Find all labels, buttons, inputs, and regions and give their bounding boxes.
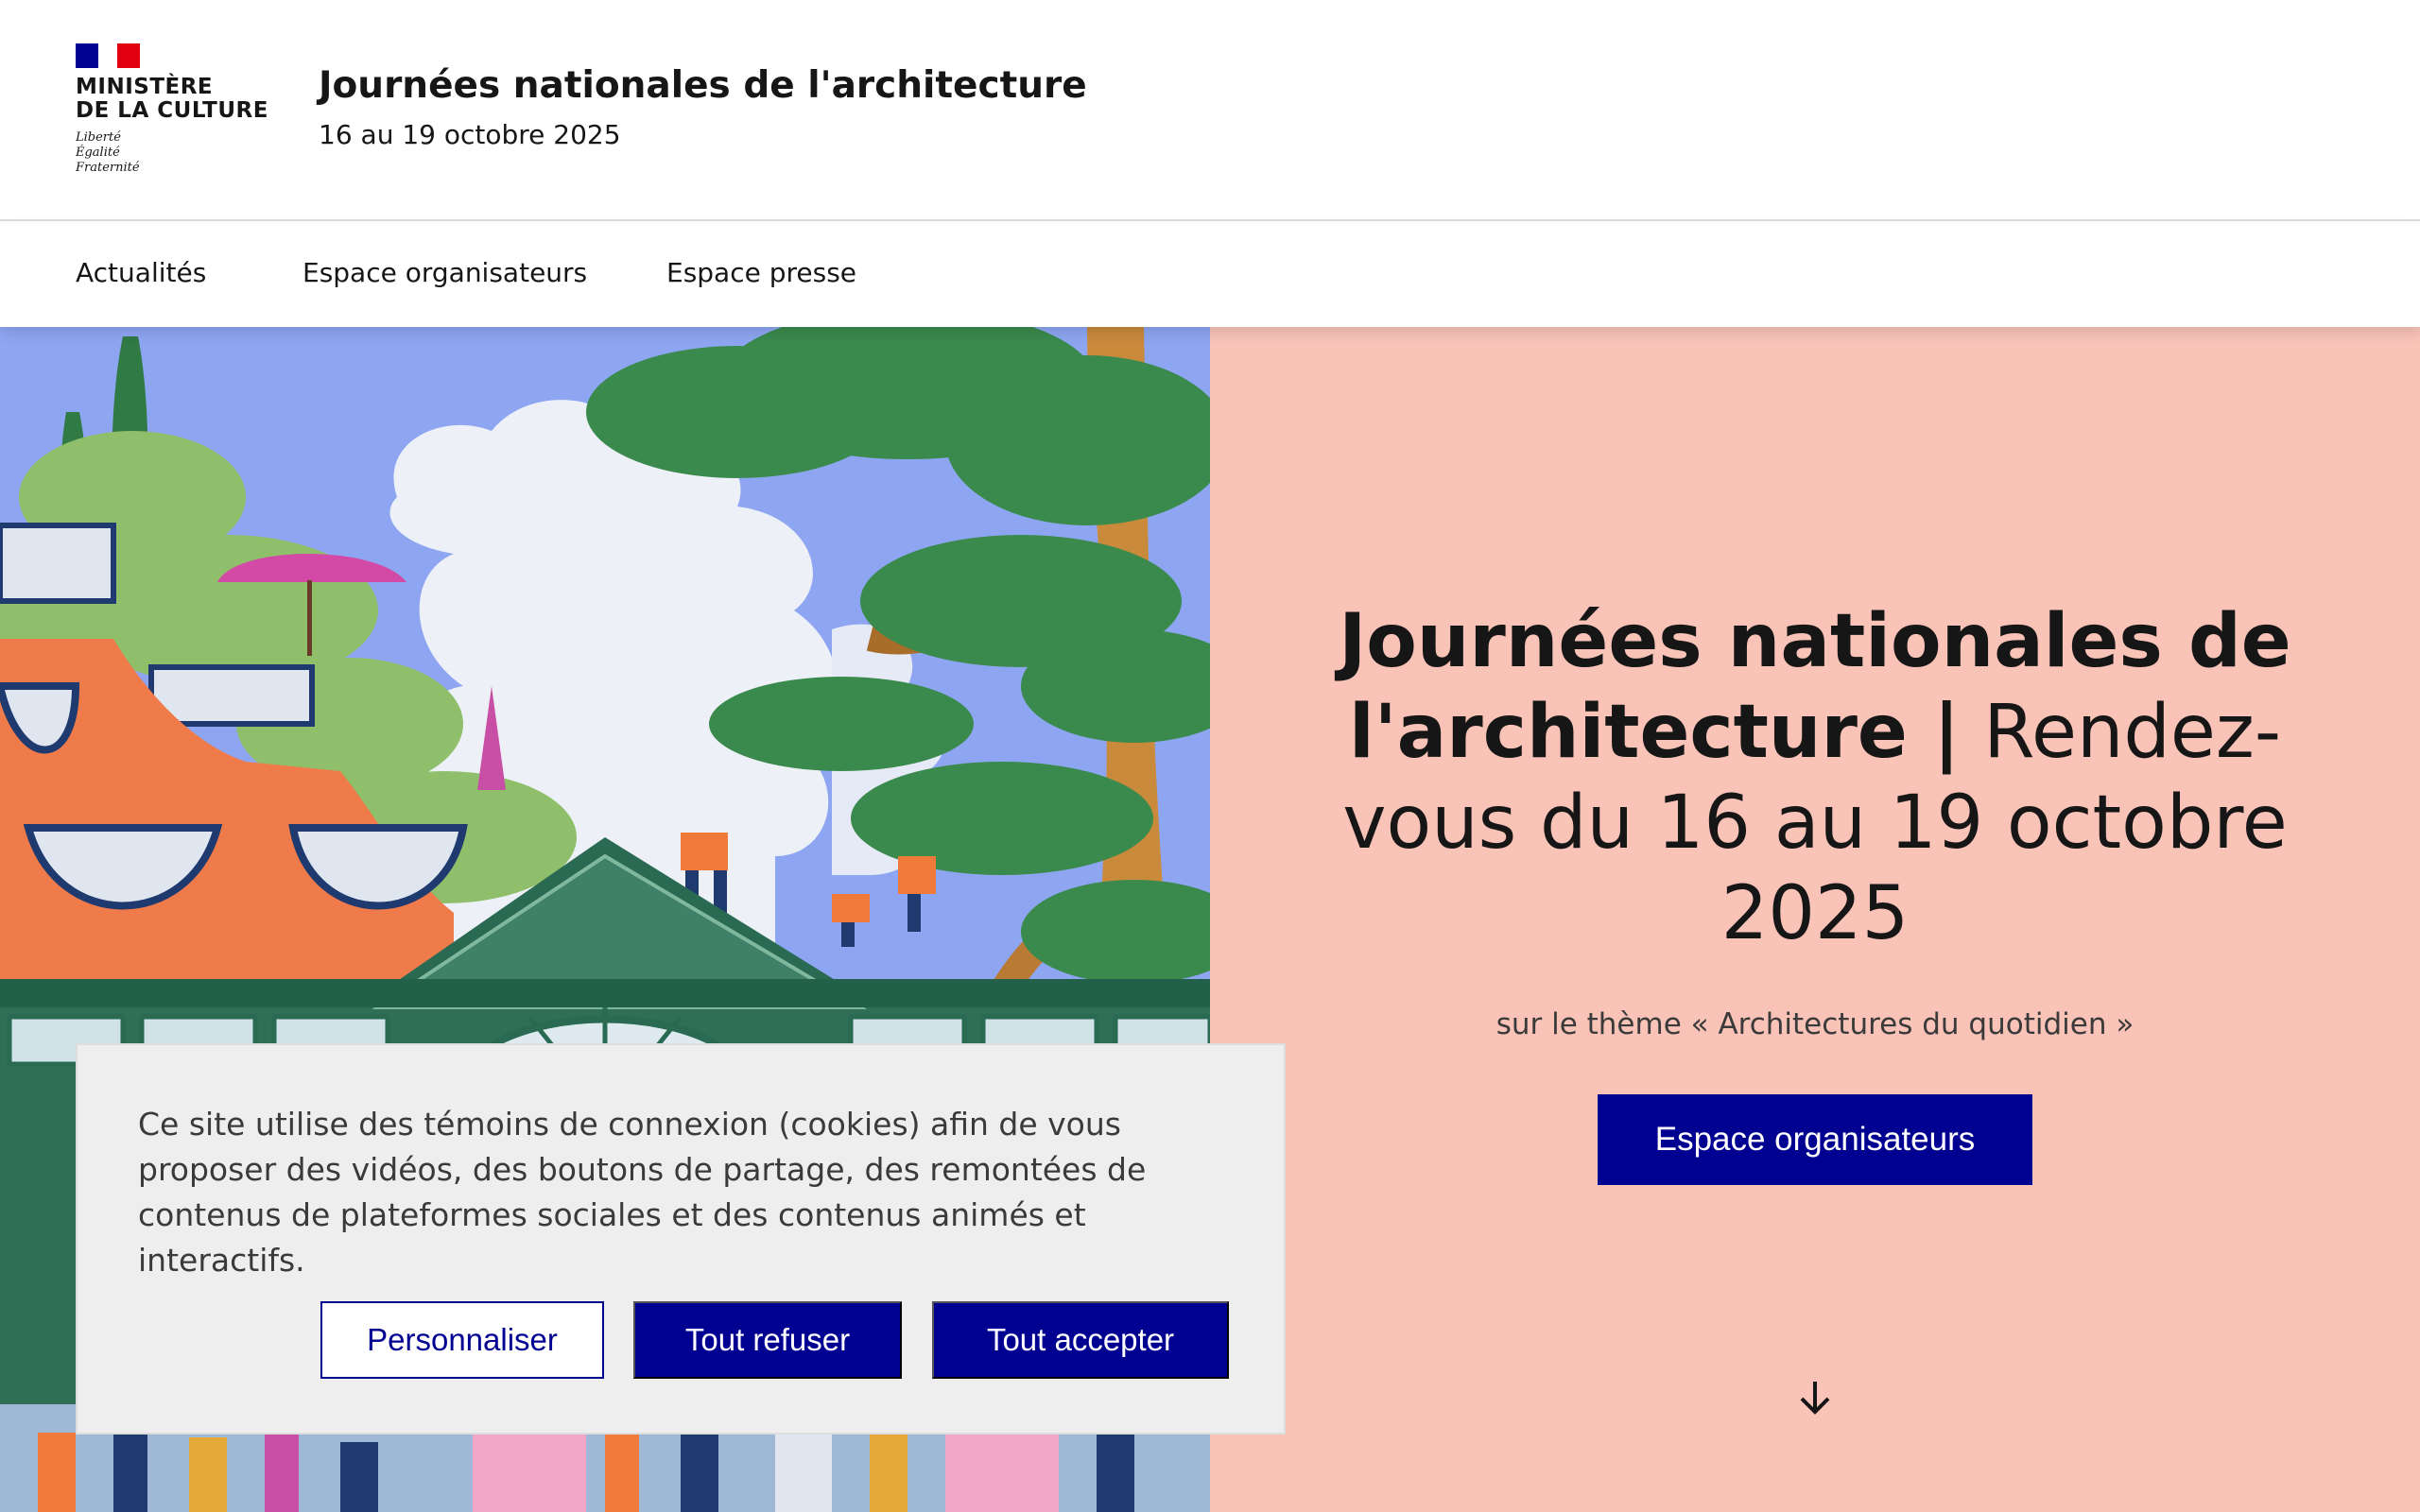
refuse-all-cookies-button[interactable]: Tout refuser — [633, 1301, 902, 1379]
cookie-consent-banner: Ce site utilise des témoins de connexion… — [76, 1043, 1286, 1435]
ministry-line-1: MINISTÈRE — [76, 75, 214, 99]
hero-title: Journées nationales de l'architecture | … — [1323, 596, 2307, 959]
nav-item-espace-organisateurs[interactable]: Espace organisateurs — [302, 257, 587, 288]
ministry-name: MINISTÈRE DE LA CULTURE — [76, 76, 274, 123]
republic-motto: Liberté Égalité Fraternité — [76, 130, 274, 176]
cookie-consent-text: Ce site utilise des témoins de connexion… — [138, 1106, 1147, 1279]
hero-theme: sur le thème « Architectures du quotidie… — [1495, 1007, 2135, 1041]
main-navigation: Actualités Espace organisateurs Espace p… — [0, 223, 2420, 327]
nav-item-espace-presse[interactable]: Espace presse — [666, 257, 856, 288]
espace-organisateurs-button[interactable]: Espace organisateurs — [1598, 1094, 2032, 1185]
accept-all-cookies-button[interactable]: Tout accepter — [932, 1301, 1229, 1379]
nav-item-actualites[interactable]: Actualités — [76, 257, 206, 288]
french-flag-icon — [76, 43, 140, 68]
hero-panel: Journées nationales de l'architecture | … — [1210, 327, 2420, 1512]
customize-cookies-button[interactable]: Personnaliser — [320, 1301, 604, 1379]
motto-liberte: Liberté — [76, 130, 121, 145]
motto-fraternite: Fraternité — [76, 161, 140, 175]
site-header: MINISTÈRE DE LA CULTURE Liberté Égalité … — [0, 0, 2420, 221]
site-title[interactable]: Journées nationales de l'architecture — [319, 64, 1087, 107]
motto-egalite: Égalité — [76, 146, 120, 160]
ministry-line-2: DE LA CULTURE — [76, 98, 268, 123]
arrow-down-icon[interactable] — [1793, 1376, 1837, 1419]
site-subtitle: 16 au 19 octobre 2025 — [319, 119, 621, 150]
ministry-logo[interactable]: MINISTÈRE DE LA CULTURE Liberté Égalité … — [76, 43, 274, 176]
